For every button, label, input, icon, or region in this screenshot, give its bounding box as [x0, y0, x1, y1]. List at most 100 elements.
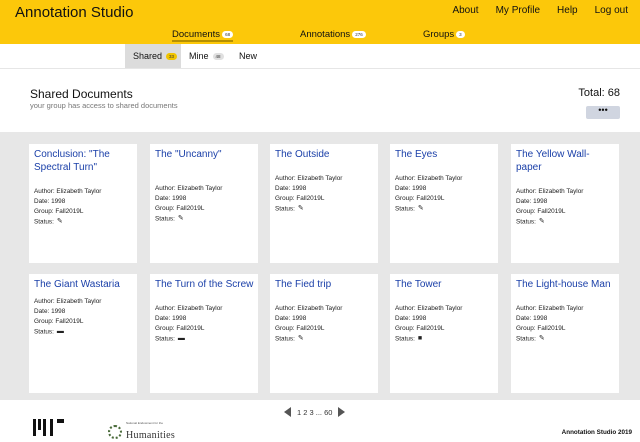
neh-text: Humanities — [126, 430, 176, 441]
document-card[interactable]: The Eyes Author: Elizabeth Taylor Date: 19… — [390, 144, 498, 263]
group-value: Fall2019L — [296, 325, 325, 332]
tab-annotations-label: Annotations — [300, 29, 351, 40]
document-card[interactable]: The Tower Author: Elizabeth Taylor Date: 1… — [390, 274, 498, 393]
subtab-mine-count: 48 — [212, 52, 224, 60]
tab-documents-label: Documents — [172, 29, 221, 40]
author-line: Author: Elizabeth Taylor — [395, 305, 463, 312]
neh-logo[interactable]: National Endowment for the Humanities — [108, 421, 175, 442]
status-line: Status: ✎ — [395, 205, 424, 213]
status-line: Status: ■ — [395, 335, 423, 343]
document-title[interactable]: The Tower — [395, 279, 494, 292]
author-line: Author: Elizabeth Taylor — [395, 175, 463, 182]
group-line: Group: Fall2019L — [516, 325, 566, 332]
prev-page-icon[interactable] — [284, 407, 291, 417]
document-title[interactable]: The Outside — [275, 149, 374, 162]
group-value: Fall2019L — [176, 325, 205, 332]
folder-icon: ■ — [417, 335, 423, 342]
group-line: Group: Fall2019L — [395, 195, 445, 202]
document-meta: Author: Elizabeth Taylor Date: 1998 Group:… — [34, 187, 101, 228]
my-profile-link[interactable]: My Profile — [496, 5, 540, 16]
tab-groups-count: 3 — [456, 31, 465, 38]
group-line: Group: Fall2019L — [516, 208, 566, 215]
author-value: Elizabeth Taylor — [297, 175, 343, 182]
more-options-button[interactable]: ••• — [586, 106, 620, 119]
document-card[interactable]: The Giant Wastaria Author: Elizabeth Tayl… — [29, 274, 137, 393]
status-line: Status: ✎ — [516, 218, 545, 226]
author-line: Author: Elizabeth Taylor — [516, 188, 584, 195]
date-line: Date: 1998 — [155, 315, 187, 322]
document-title[interactable]: The "Uncanny" — [155, 149, 254, 162]
group-value: Fall2019L — [416, 195, 445, 202]
date-value: 1998 — [412, 315, 427, 322]
tab-documents[interactable]: Documents 68 — [172, 29, 234, 42]
help-link[interactable]: Help — [557, 5, 578, 16]
document-title[interactable]: The Turn of the Screw — [155, 279, 254, 292]
date-line: Date: 1998 — [395, 315, 427, 322]
group-value: Fall2019L — [416, 325, 445, 332]
document-grid: Conclusion: "The Spectral Turn" Author: E… — [0, 132, 640, 400]
mit-logo[interactable] — [33, 419, 64, 436]
document-meta: Author: Elizabeth Taylor Date: 1998 Group:… — [275, 304, 342, 345]
subtab-mine[interactable]: Mine 48 — [181, 44, 232, 68]
document-meta: Author: Elizabeth Taylor Date: 1998 Group:… — [395, 304, 462, 345]
pencil-icon: ✎ — [297, 205, 304, 212]
footer: 1 2 3 ... 60 National Endowment for the … — [0, 400, 640, 442]
about-link[interactable]: About — [452, 5, 478, 16]
page-numbers[interactable]: 1 2 3 ... 60 — [297, 408, 332, 417]
document-title[interactable]: The Giant Wastaria — [34, 279, 133, 292]
document-card[interactable]: Conclusion: "The Spectral Turn" Author: E… — [29, 144, 137, 263]
logout-link[interactable]: Log out — [595, 5, 628, 16]
status-line: Status: ✎ — [275, 205, 304, 213]
page-title: Shared Documents — [30, 87, 133, 101]
author-value: Elizabeth Taylor — [56, 298, 102, 305]
neh-small-text: National Endowment for the — [126, 421, 164, 425]
page-subtitle: your group has access to shared document… — [30, 101, 178, 110]
group-line: Group: Fall2019L — [395, 325, 445, 332]
date-value: 1998 — [412, 185, 427, 192]
document-card[interactable]: The Light-house Man Author: Elizabeth Tay… — [511, 274, 619, 393]
date-line: Date: 1998 — [275, 185, 307, 192]
group-value: Fall2019L — [296, 195, 325, 202]
subtab-mine-label: Mine — [189, 51, 209, 61]
document-card[interactable]: The Outside Author: Elizabeth Taylor Date:… — [270, 144, 378, 263]
pencil-icon: ✎ — [177, 215, 184, 222]
pencil-icon: ✎ — [417, 205, 424, 212]
status-line: Status: ✎ — [155, 215, 184, 223]
author-line: Author: Elizabeth Taylor — [275, 175, 343, 182]
document-title[interactable]: The Yellow Wall-paper — [516, 149, 615, 174]
subtab-shared[interactable]: Shared 33 — [125, 44, 181, 68]
author-line: Author: Elizabeth Taylor — [155, 185, 223, 192]
app-title[interactable]: Annotation Studio — [15, 4, 133, 21]
group-value: Fall2019L — [537, 208, 566, 215]
document-card[interactable]: The "Uncanny" Author: Elizabeth Taylor Dat… — [150, 144, 258, 263]
total-count: Total: 68 — [578, 87, 620, 99]
document-title[interactable]: Conclusion: "The Spectral Turn" — [34, 149, 133, 174]
tab-groups[interactable]: Groups 3 — [423, 29, 465, 40]
date-line: Date: 1998 — [155, 195, 187, 202]
pencil-icon: ✎ — [538, 218, 545, 225]
status-line: Status: ▬ — [155, 335, 185, 343]
document-meta: Author: Elizabeth Taylor Date: 1998 Group:… — [516, 187, 583, 228]
group-line: Group: Fall2019L — [275, 195, 325, 202]
tab-annotations[interactable]: Annotations 276 — [300, 29, 366, 40]
document-card[interactable]: The Yellow Wall-paper Author: Elizabeth T… — [511, 144, 619, 263]
date-value: 1998 — [51, 198, 66, 205]
subtab-new[interactable]: New — [231, 44, 265, 68]
next-page-icon[interactable] — [338, 407, 346, 417]
author-value: Elizabeth Taylor — [417, 175, 463, 182]
document-title[interactable]: The Fied trip — [275, 279, 374, 292]
date-line: Date: 1998 — [34, 308, 66, 315]
document-card[interactable]: The Fied trip Author: Elizabeth Taylor Dat… — [270, 274, 378, 393]
document-title[interactable]: The Light-house Man — [516, 279, 615, 292]
date-line: Date: 1998 — [34, 198, 66, 205]
top-nav: About My Profile Help Log out — [452, 5, 628, 16]
document-card[interactable]: The Turn of the Screw Author: Elizabeth T… — [150, 274, 258, 393]
group-value: Fall2019L — [55, 208, 84, 215]
group-line: Group: Fall2019L — [275, 325, 325, 332]
document-title[interactable]: The Eyes — [395, 149, 494, 162]
subtab-shared-count: 33 — [166, 52, 178, 60]
pencil-icon: ✎ — [538, 335, 545, 342]
date-value: 1998 — [172, 195, 187, 202]
document-meta: Author: Elizabeth Taylor Date: 1998 Group:… — [155, 184, 222, 225]
group-line: Group: Fall2019L — [155, 205, 205, 212]
